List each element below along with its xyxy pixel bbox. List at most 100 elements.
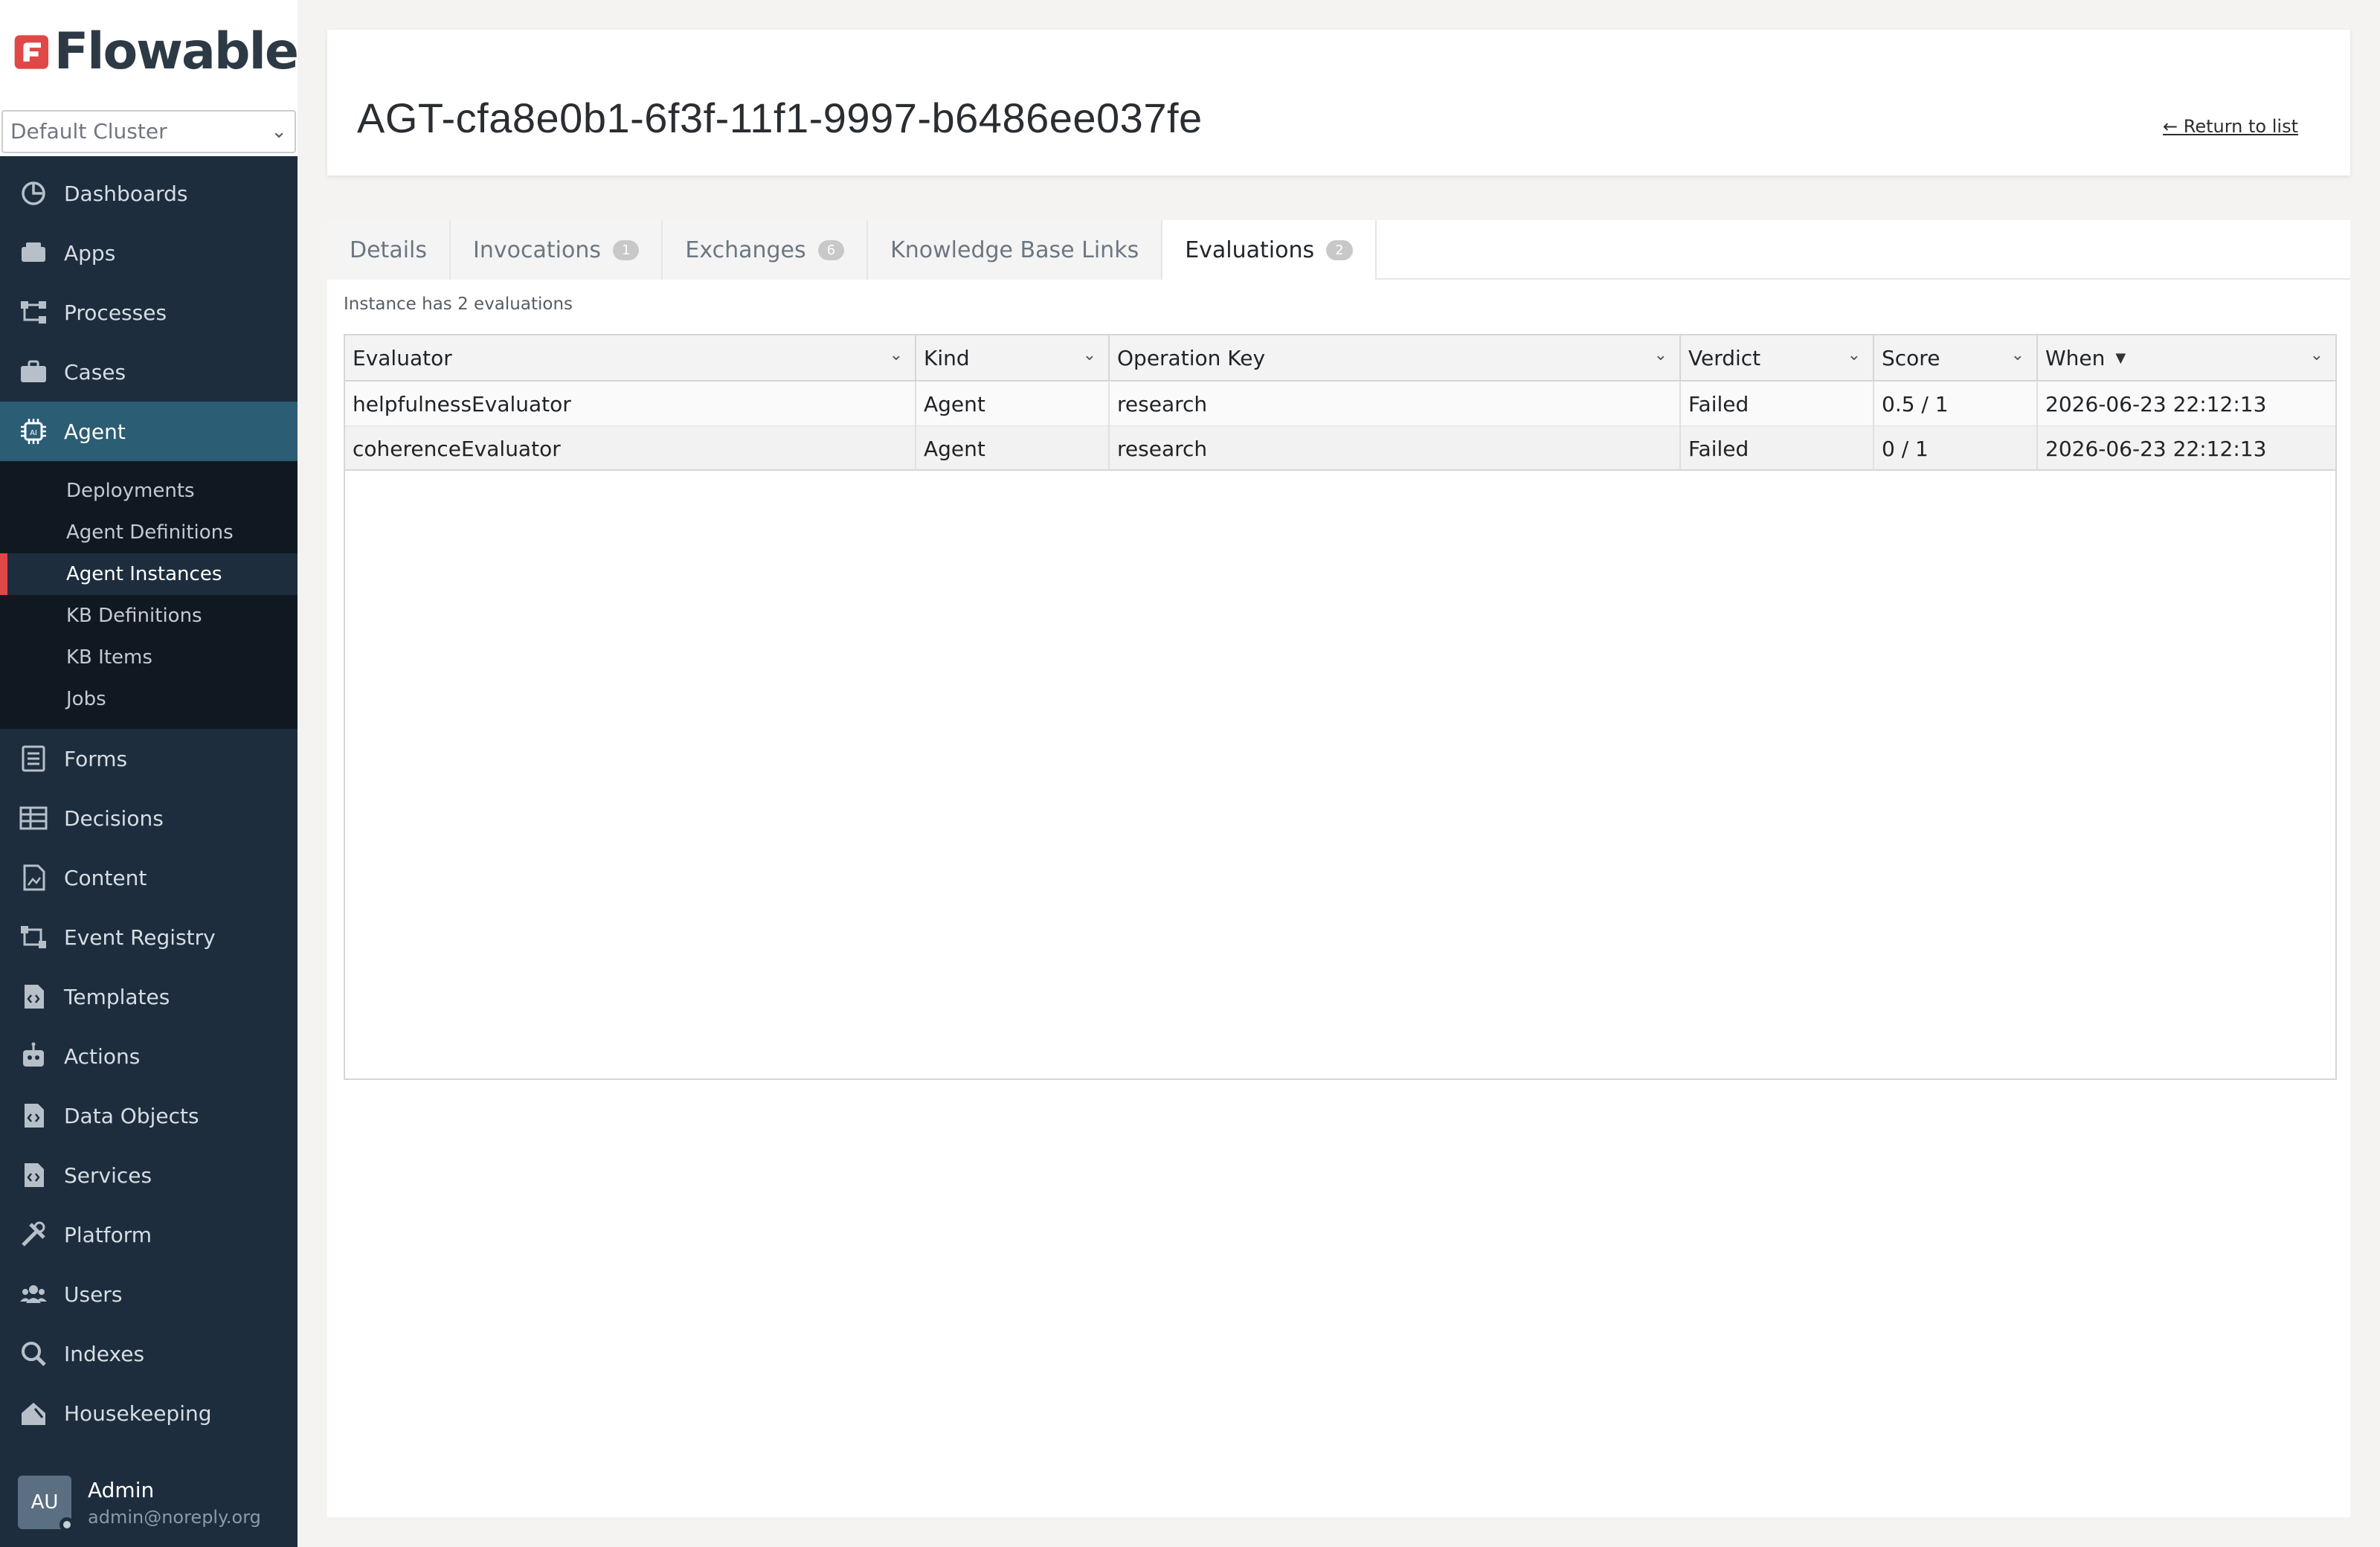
avatar-initials: AU [30,1491,59,1514]
subnav-item-jobs[interactable]: Jobs [0,678,298,720]
chevron-down-icon[interactable]: ⌄ [1847,346,1861,364]
sort-descending-icon[interactable]: ▼ [2115,350,2126,366]
cell-when: 2026-06-23 22:12:13 [2045,391,2267,416]
nav-item-cases[interactable]: Cases [0,342,298,402]
logo[interactable]: Flowable [0,0,299,104]
cell-score: 0 / 1 [1874,426,2038,471]
return-to-list-link[interactable]: ← Return to list [2163,116,2298,137]
cell-operation-key: research [1110,382,1681,426]
chip-icon: AI [18,416,49,447]
search-icon [18,1338,49,1369]
cell-verdict: Failed [1681,426,1874,471]
table-row[interactable]: coherenceEvaluator Agent research Failed… [345,426,2335,471]
column-header-when[interactable]: When ▼ ⌄ [2038,335,2335,380]
cell-kind: Agent [916,382,1110,426]
subnav-item-deployments[interactable]: Deployments [0,470,298,512]
nav-label: Cases [64,359,126,385]
nav-item-users[interactable]: Users [0,1264,298,1324]
subnav-label: KB Definitions [66,605,202,627]
nav-item-platform[interactable]: Platform [0,1205,298,1264]
subnav-label: Agent Instances [66,563,222,585]
nav-item-dashboards[interactable]: Dashboards [0,164,298,223]
nav-item-actions[interactable]: Actions [0,1026,298,1086]
nav-item-processes[interactable]: Processes [0,283,298,342]
subnav-item-agent-definitions[interactable]: Agent Definitions [0,512,298,553]
tab-bar: Details Invocations 1 Exchanges 6 Knowle… [327,220,2350,280]
subnav-label: Agent Definitions [66,521,234,544]
main-nav: Dashboards Apps Processes Cases AI Agent [0,164,298,1443]
nav-item-data-objects[interactable]: Data Objects [0,1086,298,1145]
cell-evaluator: helpfulnessEvaluator [345,382,916,426]
chevron-down-icon[interactable]: ⌄ [2011,346,2024,364]
data-object-icon [18,1100,49,1131]
chevron-down-icon[interactable]: ⌄ [1654,346,1667,364]
housekeeping-icon [18,1398,49,1429]
column-header-operation-key[interactable]: Operation Key ⌄ [1110,335,1681,380]
nav-label: Data Objects [64,1103,199,1128]
nav-item-housekeeping[interactable]: Housekeeping [0,1383,298,1443]
chevron-down-icon[interactable]: ⌄ [890,346,903,364]
nav-item-content[interactable]: Content [0,848,298,907]
subnav-item-kb-definitions[interactable]: KB Definitions [0,595,298,637]
tab-evaluations[interactable]: Evaluations 2 [1162,220,1377,280]
column-header-kind[interactable]: Kind ⌄ [916,335,1110,380]
cluster-select-value: Default Cluster [10,119,167,144]
logo-text: Flowable [54,22,299,81]
status-dot-icon [60,1517,74,1532]
nav-label: Content [64,865,147,890]
nav-item-indexes[interactable]: Indexes [0,1324,298,1383]
user-profile[interactable]: AU Admin admin@noreply.org [0,1458,298,1547]
chevron-down-icon: ⌄ [271,120,287,143]
evaluations-table: Evaluator ⌄ Kind ⌄ Operation Key ⌄ Verdi… [344,334,2337,1080]
nav-item-event-registry[interactable]: Event Registry [0,907,298,967]
users-icon [18,1279,49,1310]
content-panel: Details Invocations 1 Exchanges 6 Knowle… [327,220,2350,1517]
avatar: AU [18,1476,74,1532]
column-label: Score [1882,345,1940,370]
tab-details[interactable]: Details [327,220,451,280]
subnav-item-kb-items[interactable]: KB Items [0,637,298,678]
cluster-select[interactable]: Default Cluster ⌄ [1,110,296,153]
tab-knowledge-base-links[interactable]: Knowledge Base Links [868,220,1163,280]
column-label: When [2045,345,2106,370]
tools-icon [18,1219,49,1250]
column-header-score[interactable]: Score ⌄ [1874,335,2038,380]
tab-label: Details [350,237,428,263]
table-row[interactable]: helpfulnessEvaluator Agent research Fail… [345,382,2335,426]
form-icon [18,743,49,774]
nav-label: Platform [64,1222,152,1247]
nav-label: Agent [64,419,126,444]
event-icon [18,922,49,953]
nav-item-forms[interactable]: Forms [0,729,298,788]
tab-exchanges[interactable]: Exchanges 6 [663,220,869,280]
tab-invocations[interactable]: Invocations 1 [451,220,663,280]
cell-verdict: Failed [1681,382,1874,426]
subnav-label: KB Items [66,646,152,669]
nav-label: Actions [64,1043,141,1069]
cell-score: 0.5 / 1 [1874,382,2038,426]
column-header-evaluator[interactable]: Evaluator ⌄ [345,335,916,380]
page-header: AGT-cfa8e0b1-6f3f-11f1-9997-b6486ee037fe… [327,30,2350,176]
nav-item-apps[interactable]: Apps [0,223,298,283]
nav-item-agent[interactable]: AI Agent [0,402,298,461]
subnav-label: Jobs [66,688,106,710]
column-label: Operation Key [1117,345,1266,370]
chevron-down-icon[interactable]: ⌄ [1083,346,1096,364]
column-label: Evaluator [353,345,452,370]
template-icon [18,981,49,1012]
dashboard-icon [18,178,49,209]
tab-label: Exchanges [685,237,806,263]
content-icon [18,862,49,893]
svg-text:AI: AI [30,429,37,437]
column-header-verdict[interactable]: Verdict ⌄ [1681,335,1874,380]
cell-kind: Agent [916,426,1110,471]
subnav-item-agent-instances[interactable]: Agent Instances [0,553,298,595]
page-title: AGT-cfa8e0b1-6f3f-11f1-9997-b6486ee037fe [357,94,1203,141]
tab-label: Evaluations [1185,237,1315,263]
count-badge: 6 [817,239,845,260]
nav-item-decisions[interactable]: Decisions [0,788,298,848]
nav-item-templates[interactable]: Templates [0,967,298,1026]
nav-label: Forms [64,746,128,771]
nav-item-services[interactable]: Services [0,1145,298,1205]
chevron-down-icon[interactable]: ⌄ [2310,346,2323,364]
